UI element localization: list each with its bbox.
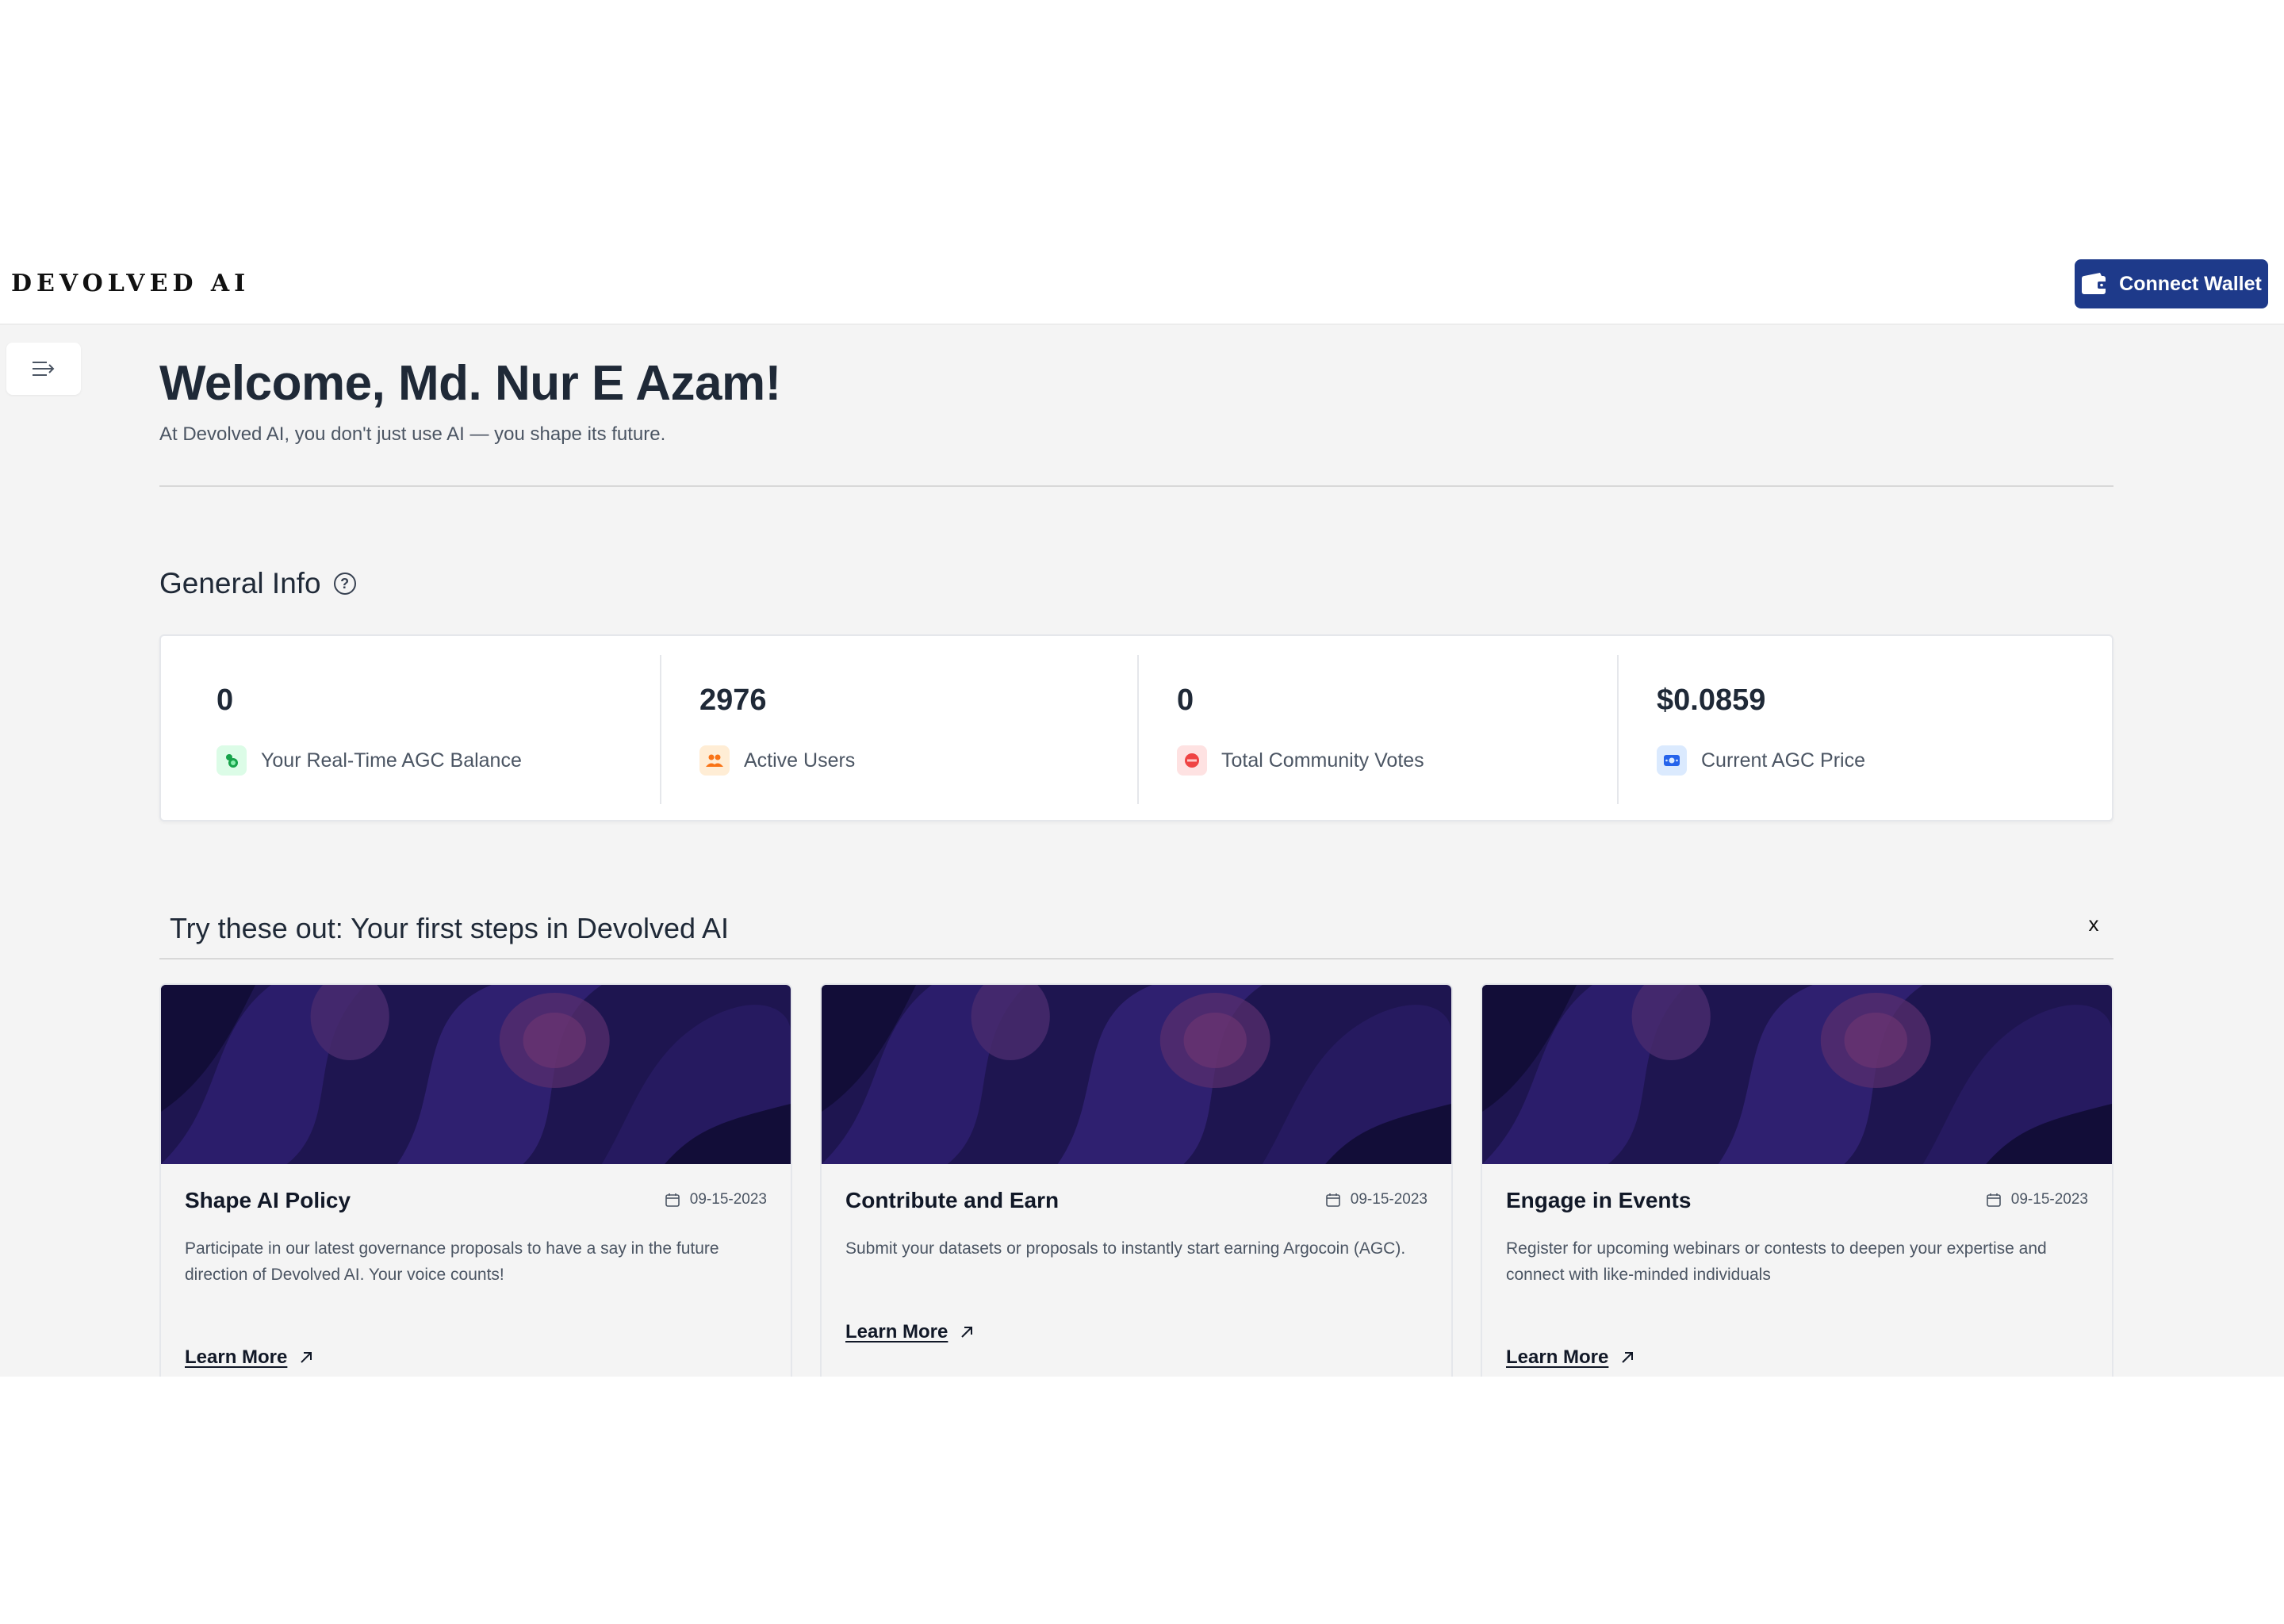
page-title: Welcome, Md. Nur E Azam! (159, 356, 781, 411)
step-card-engage-in-events[interactable]: Engage in Events 09-15-2023 Register for… (1481, 983, 2113, 1377)
divider (159, 485, 2113, 487)
card-description: Register for upcoming webinars or contes… (1506, 1239, 2047, 1284)
divider (159, 958, 2113, 959)
connect-wallet-label: Connect Wallet (2119, 272, 2262, 295)
coins-icon (217, 745, 247, 776)
learn-more-link[interactable]: Learn More (185, 1346, 314, 1369)
stat-divider (1137, 655, 1139, 804)
connect-wallet-button[interactable]: Connect Wallet (2075, 259, 2268, 308)
card-banner-image (161, 985, 791, 1164)
stat-value: 2976 (699, 684, 767, 717)
first-steps-title: Try these out: Your first steps in Devol… (170, 912, 730, 944)
main-content: Welcome, Md. Nur E Azam! At Devolved AI,… (0, 325, 2284, 1377)
sidebar-expand-icon (33, 362, 55, 376)
stat-label-row: Active Users (699, 745, 855, 776)
wallet-icon (2082, 273, 2108, 294)
stat-label-row: Your Real-Time AGC Balance (217, 745, 522, 776)
vote-icon (1177, 745, 1207, 776)
logo[interactable]: DEVOLVED AI (11, 270, 250, 297)
card-date-text: 09-15-2023 (1350, 1191, 1428, 1208)
external-arrow-icon (1622, 1352, 1634, 1363)
price-tag-icon (1657, 745, 1687, 776)
step-card-shape-ai-policy[interactable]: Shape AI Policy 09-15-2023 Participate i… (159, 983, 792, 1377)
stat-label: Total Community Votes (1221, 749, 1424, 772)
stat-value: $0.0859 (1657, 684, 1766, 717)
general-info-title: General Info (159, 567, 321, 599)
help-circle-icon[interactable]: ? (333, 573, 356, 595)
card-title: Shape AI Policy (185, 1188, 351, 1212)
card-date: 09-15-2023 (1325, 1191, 1428, 1208)
stat-divider (1617, 655, 1619, 804)
top-bar: DEVOLVED AI Connect Wallet (0, 238, 2284, 325)
calendar-icon (1986, 1193, 2001, 1207)
users-icon (699, 745, 730, 776)
card-banner-image (822, 985, 1451, 1164)
page-subtitle: At Devolved AI, you don't just use AI — … (159, 423, 666, 445)
card-date-text: 09-15-2023 (689, 1191, 767, 1208)
stat-divider (660, 655, 661, 804)
stat-value: 0 (1177, 684, 1194, 717)
calendar-icon (665, 1193, 680, 1207)
external-arrow-icon (961, 1327, 973, 1338)
general-info-card: 0 Your Real-Time AGC Balance 2976 Active… (159, 634, 2113, 822)
card-title: Engage in Events (1506, 1188, 1692, 1212)
external-arrow-icon (301, 1352, 312, 1363)
card-title: Contribute and Earn (845, 1188, 1060, 1212)
card-description: Participate in our latest governance pro… (185, 1239, 719, 1284)
card-date-text: 09-15-2023 (2010, 1191, 2088, 1208)
learn-more-link[interactable]: Learn More (1506, 1346, 1635, 1369)
learn-more-label: Learn More (845, 1321, 948, 1342)
learn-more-label: Learn More (185, 1346, 288, 1368)
card-banner-image (1482, 985, 2112, 1164)
learn-more-label: Learn More (1506, 1346, 1609, 1368)
sidebar-toggle-button[interactable] (6, 343, 81, 395)
general-info-heading: General Info ? (159, 567, 356, 600)
step-card-contribute-and-earn[interactable]: Contribute and Earn 09-15-2023 Submit yo… (820, 983, 1453, 1377)
learn-more-link[interactable]: Learn More (845, 1321, 975, 1343)
calendar-icon (1325, 1193, 1340, 1207)
stat-label: Active Users (744, 749, 856, 772)
card-date: 09-15-2023 (665, 1191, 767, 1208)
card-description: Submit your datasets or proposals to ins… (845, 1239, 1406, 1258)
close-button[interactable]: x (2086, 912, 2102, 936)
stat-label: Your Real-Time AGC Balance (261, 749, 522, 772)
stat-label-row: Current AGC Price (1657, 745, 1865, 776)
card-date: 09-15-2023 (1986, 1191, 2088, 1208)
stat-label-row: Total Community Votes (1177, 745, 1424, 776)
stat-value: 0 (217, 684, 234, 717)
stat-label: Current AGC Price (1701, 749, 1866, 772)
